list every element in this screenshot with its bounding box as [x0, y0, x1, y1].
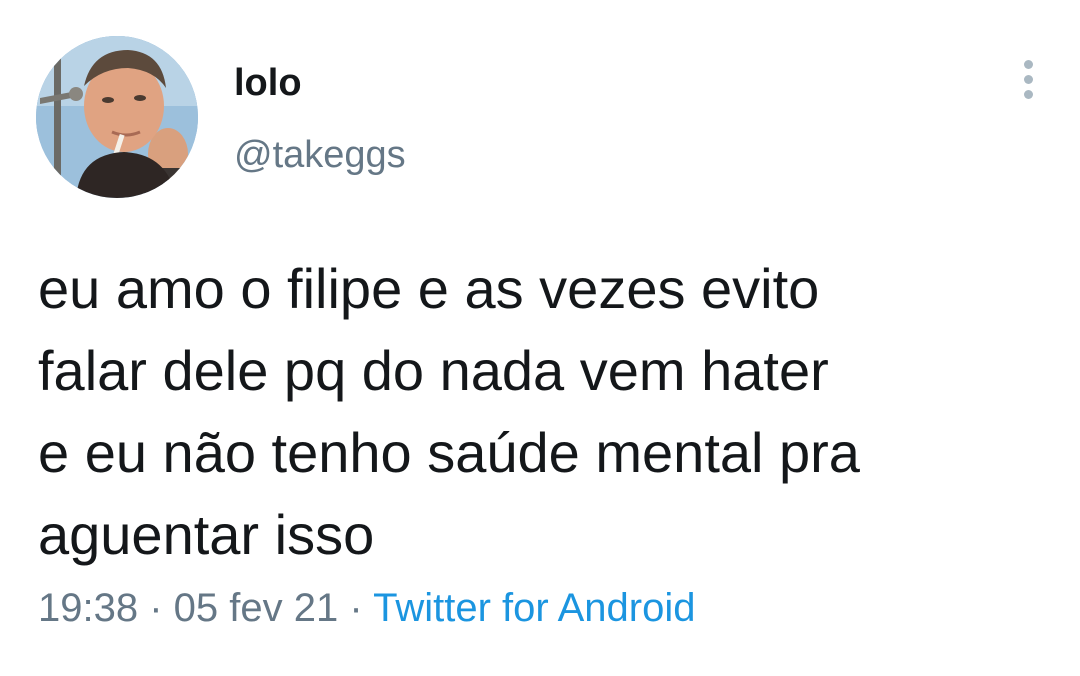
tweet-header: lolo @takeggs [36, 36, 1046, 198]
avatar[interactable] [36, 36, 198, 198]
tweet-text-line: eu amo o filipe e as vezes evito [38, 257, 820, 320]
tweet-text-line: falar dele pq do nada vem hater [38, 339, 829, 402]
tweet-meta: 19:38 · 05 fev 21 · Twitter for Android [38, 586, 695, 631]
more-dot [1023, 60, 1033, 69]
more-dot [1023, 90, 1033, 99]
tweet-text-line: aguentar isso [38, 503, 375, 566]
more-vertical-icon[interactable] [1016, 60, 1040, 108]
tweet-text-line: e eu não tenho saúde mental pra [38, 421, 860, 484]
meta-separator: · [149, 586, 174, 630]
more-dot [1023, 75, 1033, 84]
tweet-text: eu amo o filipe e as vezes evito falar d… [38, 248, 1048, 576]
meta-separator: · [349, 586, 374, 630]
tweet-time[interactable]: 19:38 [38, 586, 138, 630]
tweet-card: lolo @takeggs eu amo o filipe e as vezes… [0, 0, 1080, 676]
tweet-date[interactable]: 05 fev 21 [174, 586, 339, 630]
tweet-source-link[interactable]: Twitter for Android [373, 586, 695, 630]
author-handle[interactable]: @takeggs [234, 134, 406, 177]
avatar-photo [36, 36, 198, 198]
author-name[interactable]: lolo [234, 62, 302, 105]
